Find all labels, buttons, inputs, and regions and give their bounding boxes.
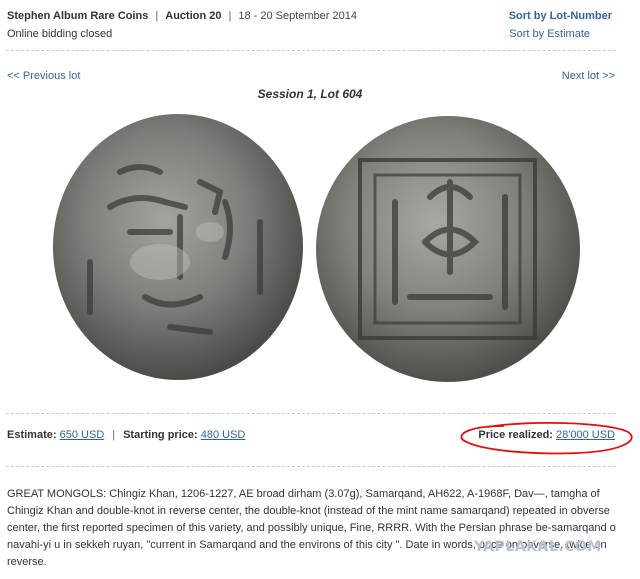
lot-title: Session 1, Lot 604 <box>257 87 363 101</box>
coin-obverse <box>53 114 303 380</box>
estimate-label: Estimate: <box>7 429 57 441</box>
auction-dates: 18 - 20 September 2014 <box>238 10 357 22</box>
estimate-value-link[interactable]: 650 USD <box>60 429 105 441</box>
bidding-status: Online bidding closed <box>7 28 113 40</box>
auction-header: Stephen Album Rare Coins | Auction 20 | 18 -… <box>7 10 357 22</box>
header-separator: | <box>228 10 232 22</box>
watermark: YAPLAKAL.COM <box>474 539 602 555</box>
lot-description: GREAT MONGOLS: Chingiz Khan, 1206-1227, … <box>7 488 616 568</box>
header-separator: | <box>155 10 159 22</box>
auction-name: Auction 20 <box>165 10 222 22</box>
pricing-separator: | <box>112 429 116 441</box>
divider <box>6 413 616 414</box>
organization-name: Stephen Album Rare Coins <box>7 10 149 22</box>
sort-by-lot-number-link[interactable]: Sort by Lot-Number <box>509 10 612 22</box>
previous-lot-link[interactable]: << Previous lot <box>7 70 80 82</box>
starting-price-value-link[interactable]: 480 USD <box>201 429 246 441</box>
coin-reverse <box>316 116 580 382</box>
starting-price-label: Starting price: <box>123 429 198 441</box>
estimate-row: Estimate: 650 USD | Starting price: 480 US… <box>7 429 245 441</box>
red-annotation-circle <box>460 421 633 455</box>
divider <box>6 466 616 467</box>
sort-by-estimate-link[interactable]: Sort by Estimate <box>509 28 590 40</box>
coin-image[interactable] <box>50 112 580 384</box>
divider <box>6 50 616 51</box>
next-lot-link[interactable]: Next lot >> <box>562 70 615 82</box>
